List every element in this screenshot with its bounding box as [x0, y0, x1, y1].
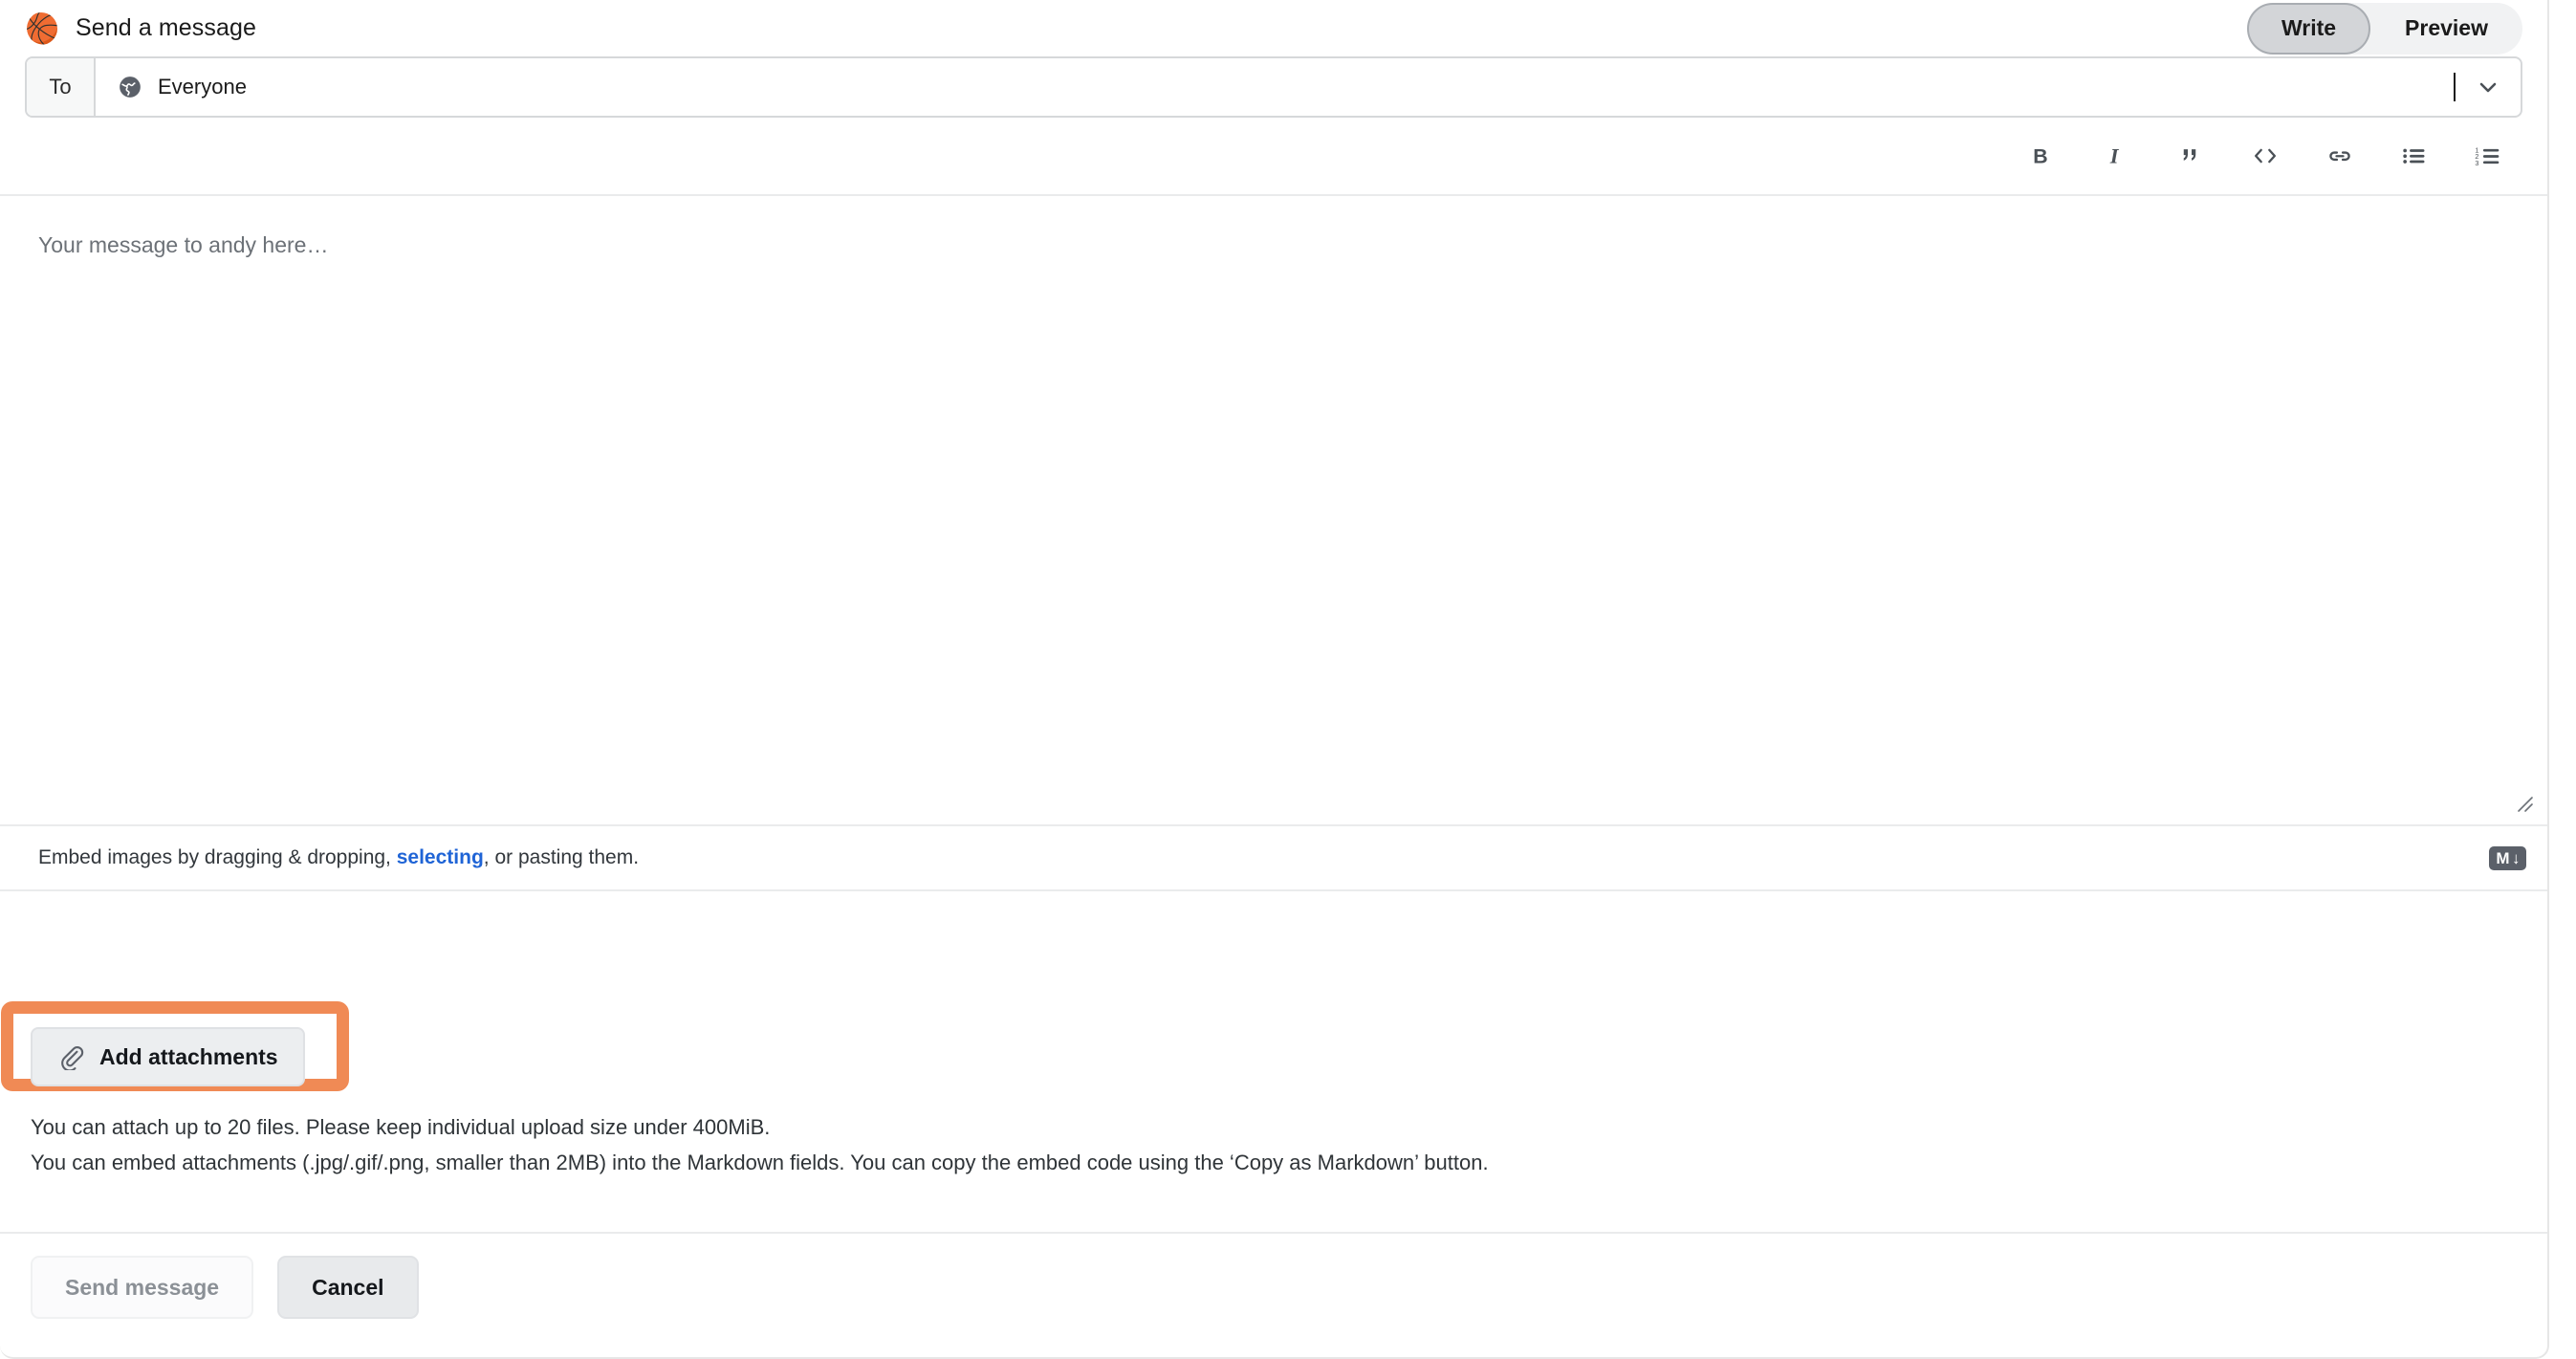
markdown-badge-icon[interactable]: M ↓	[2489, 845, 2526, 870]
message-textarea[interactable]: Your message to andy here…	[0, 196, 2547, 824]
italic-icon[interactable]: I	[2079, 128, 2153, 184]
recipient-field[interactable]: To Everyone	[25, 56, 2522, 118]
bold-icon[interactable]: B	[2004, 128, 2079, 184]
send-message-button[interactable]: Send message	[31, 1256, 254, 1319]
add-attachments-button[interactable]: Add attachments	[31, 1027, 305, 1086]
basketball-avatar: 🏀	[25, 11, 57, 45]
formatting-toolbar: B I 1 2 3	[0, 118, 2547, 194]
paperclip-icon	[57, 1043, 84, 1070]
attachment-note-2: You can embed attachments (.jpg/.gif/.pn…	[31, 1151, 1489, 1174]
unordered-list-icon[interactable]	[2377, 128, 2452, 184]
recipient-controls[interactable]	[2454, 58, 2521, 116]
svg-text:3: 3	[2475, 159, 2478, 167]
svg-text:B: B	[2033, 145, 2047, 168]
write-preview-toggle[interactable]: Write Preview	[2246, 2, 2522, 55]
globe-icon	[118, 75, 142, 99]
svg-text:I: I	[2109, 144, 2120, 168]
footer-actions: Send message Cancel	[31, 1256, 419, 1319]
resize-grip-icon[interactable]	[2511, 790, 2536, 815]
recipient-value[interactable]: Everyone	[96, 58, 2454, 116]
quote-icon[interactable]	[2153, 128, 2228, 184]
embed-text-before: Embed images by dragging & dropping,	[38, 846, 397, 868]
page-title: Send a message	[76, 14, 257, 41]
text-caret	[2454, 73, 2456, 101]
recipient-value-text: Everyone	[158, 75, 247, 99]
markdown-badge-arrow: ↓	[2512, 848, 2521, 867]
send-message-card: 🏀 Send a message Write Preview To Everyo…	[0, 0, 2549, 1359]
selecting-link[interactable]: selecting	[397, 846, 484, 868]
embed-hint-text: Embed images by dragging & dropping, sel…	[38, 846, 639, 869]
embed-text-after: , or pasting them.	[483, 846, 640, 868]
chevron-down-icon[interactable]	[2477, 76, 2500, 99]
embed-divider	[0, 889, 2547, 891]
card-header: 🏀 Send a message Write Preview	[0, 0, 2547, 56]
link-icon[interactable]	[2303, 128, 2377, 184]
ordered-list-icon[interactable]: 1 2 3	[2452, 128, 2526, 184]
add-attachments-label: Add attachments	[99, 1043, 278, 1069]
message-placeholder: Your message to andy here…	[38, 232, 329, 257]
code-icon[interactable]	[2228, 128, 2303, 184]
tab-write[interactable]: Write	[2246, 2, 2371, 55]
footer-divider	[0, 1232, 2547, 1234]
cancel-button[interactable]: Cancel	[277, 1256, 419, 1319]
attachment-note-1: You can attach up to 20 files. Please ke…	[31, 1115, 771, 1139]
markdown-badge-letter: M	[2496, 848, 2509, 867]
tab-preview[interactable]: Preview	[2370, 3, 2522, 55]
recipient-row: To Everyone	[0, 56, 2547, 118]
recipient-label: To	[27, 58, 96, 116]
send-message-page: 🏀 Send a message Write Preview To Everyo…	[0, 0, 2576, 1359]
embed-hint-row: Embed images by dragging & dropping, sel…	[0, 826, 2547, 889]
